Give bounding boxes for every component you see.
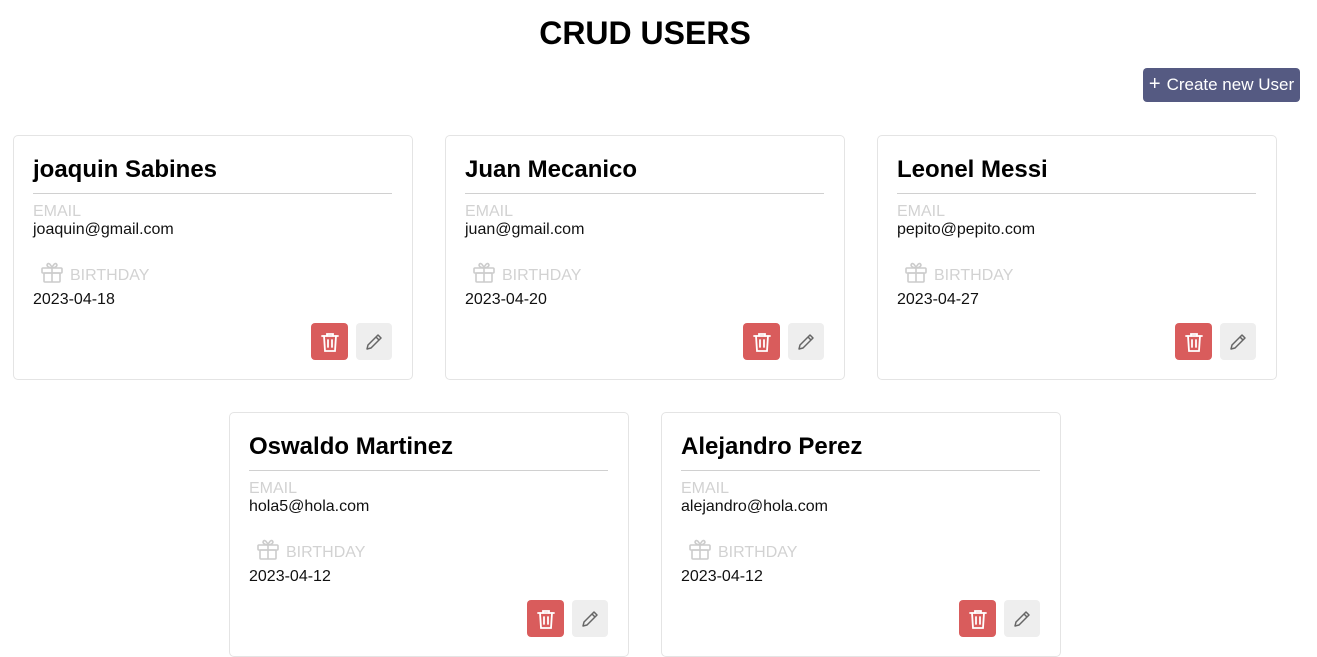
- birthday-label: BIRTHDAY: [70, 267, 150, 284]
- page-title: CRUD USERS: [539, 15, 751, 51]
- gift-icon: [257, 539, 279, 560]
- create-user-button[interactable]: + Create new User: [1143, 68, 1300, 102]
- delete-user-button[interactable]: [1175, 323, 1212, 360]
- delete-user-button[interactable]: [527, 600, 564, 637]
- user-card: joaquin Sabines EMAIL joaquin@gmail.com …: [13, 135, 413, 380]
- email-value: joaquin@gmail.com: [33, 221, 174, 238]
- gift-icon: [689, 539, 711, 560]
- email-value: pepito@pepito.com: [897, 221, 1036, 238]
- user-name: Juan Mecanico: [465, 156, 638, 183]
- email-value: alejandro@hola.com: [681, 498, 828, 515]
- pencil-icon: [798, 333, 814, 350]
- edit-user-button[interactable]: [1220, 323, 1256, 360]
- edit-user-button[interactable]: [1004, 600, 1040, 637]
- birthday-label: BIRTHDAY: [286, 544, 366, 561]
- divider: [465, 193, 824, 194]
- pencil-icon: [582, 610, 598, 627]
- user-card: Oswaldo Martinez EMAIL hola5@hola.com BI…: [229, 412, 629, 657]
- user-name: Leonel Messi: [897, 156, 1048, 183]
- edit-user-button[interactable]: [572, 600, 608, 637]
- gift-icon: [473, 262, 495, 283]
- plus-icon: +: [1148, 72, 1161, 95]
- divider: [681, 470, 1040, 471]
- user-card: Leonel Messi EMAIL pepito@pepito.com BIR…: [877, 135, 1277, 380]
- birthday-label: BIRTHDAY: [934, 267, 1014, 284]
- divider: [249, 470, 608, 471]
- pencil-icon: [366, 333, 382, 350]
- birthday-value: 2023-04-12: [681, 568, 763, 585]
- birthday-value: 2023-04-20: [465, 291, 547, 308]
- email-label: EMAIL: [897, 203, 946, 220]
- birthday-label: BIRTHDAY: [502, 267, 582, 284]
- email-label: EMAIL: [249, 480, 298, 497]
- email-value: juan@gmail.com: [465, 221, 585, 238]
- divider: [33, 193, 392, 194]
- birthday-label: BIRTHDAY: [718, 544, 798, 561]
- pencil-icon: [1230, 333, 1246, 350]
- gift-icon: [905, 262, 927, 283]
- user-card: Alejandro Perez EMAIL alejandro@hola.com…: [661, 412, 1061, 657]
- trash-icon: [1184, 332, 1203, 352]
- delete-user-button[interactable]: [959, 600, 996, 637]
- create-user-label: Create new User: [1166, 75, 1295, 94]
- user-name: Oswaldo Martinez: [249, 433, 454, 460]
- edit-user-button[interactable]: [356, 323, 392, 360]
- trash-icon: [320, 332, 339, 352]
- email-label: EMAIL: [465, 203, 514, 220]
- pencil-icon: [1014, 610, 1030, 627]
- trash-icon: [752, 332, 771, 352]
- divider: [897, 193, 1256, 194]
- birthday-value: 2023-04-12: [249, 568, 331, 585]
- gift-icon: [41, 262, 63, 283]
- user-name: Alejandro Perez: [681, 433, 863, 460]
- email-label: EMAIL: [33, 203, 82, 220]
- user-name: joaquin Sabines: [33, 156, 218, 183]
- email-value: hola5@hola.com: [249, 498, 370, 515]
- trash-icon: [968, 609, 987, 629]
- birthday-value: 2023-04-27: [897, 291, 979, 308]
- delete-user-button[interactable]: [311, 323, 348, 360]
- delete-user-button[interactable]: [743, 323, 780, 360]
- edit-user-button[interactable]: [788, 323, 824, 360]
- user-card: Juan Mecanico EMAIL juan@gmail.com BIRTH…: [445, 135, 845, 380]
- trash-icon: [536, 609, 555, 629]
- email-label: EMAIL: [681, 480, 730, 497]
- birthday-value: 2023-04-18: [33, 291, 115, 308]
